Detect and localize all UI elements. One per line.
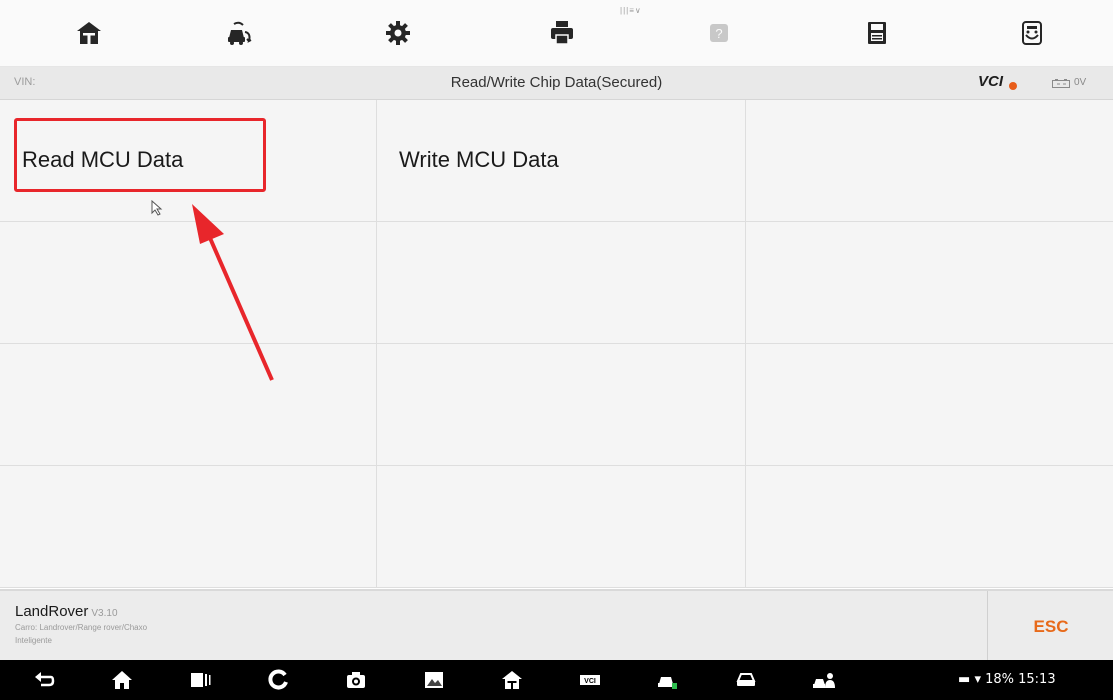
menu-item-label: Write MCU Data [399,147,559,172]
vehicle-swap-icon [228,21,252,45]
message-icon: ▬ [958,672,971,687]
vci-status: VCI [978,73,1004,90]
settings-button[interactable] [376,12,420,54]
empty-cell [746,344,1113,466]
svg-text:?: ? [715,26,722,41]
vehicle-path-module: Inteligente [15,636,52,645]
esc-button[interactable]: ESC [987,591,1113,662]
system-status: ▬ ▾ 18% 15:13 [958,672,1056,687]
print-icon [551,21,573,45]
back-icon [35,672,55,687]
empty-cell [746,222,1113,344]
software-version: V3.10 [91,608,118,619]
gallery-icon [425,672,443,688]
remote-support-button[interactable] [812,669,836,691]
vehicle-brand-name: LandRover [15,603,89,620]
data-logging-icon [1022,21,1042,45]
vci-icon: VCI [580,675,600,685]
save-button[interactable] [855,12,899,54]
back-button[interactable] [32,669,56,691]
annotation-arrow [192,204,274,381]
car-icon [736,673,756,686]
vehicle-connected-button[interactable] [656,669,680,691]
vehicle-button[interactable] [734,669,758,691]
home-icon [112,671,132,689]
home-icon [502,671,522,689]
data-logging-button[interactable] [1010,12,1054,54]
vehicle-brand: LandRover V3.10 [15,603,118,620]
vehicle-swap-button[interactable] [218,12,262,54]
title-bar: VIN: Read/Write Chip Data(Secured) VCI 0… [0,67,1113,100]
print-button[interactable] [540,12,584,54]
vehicle-connected-icon [658,677,677,689]
toolbar-hint: |||≡∨ [620,6,642,15]
vehicle-info-bar: LandRover V3.10 Carro: Landrover/Range ro… [0,589,1113,662]
vci-manager-button[interactable]: VCI [578,669,602,691]
main-menu-button[interactable] [500,669,524,691]
voltage-readout: 0V [1074,77,1087,88]
camera-icon [347,672,365,688]
svg-text:VCI: VCI [584,678,596,685]
help-icon: ? [710,24,728,42]
settings-gear-icon [386,21,410,45]
refresh-button[interactable] [266,669,290,691]
status-text: 18% 15:13 [985,672,1056,687]
empty-cell [377,466,746,588]
mouse-cursor-icon [151,200,163,216]
battery-icon [1052,79,1070,88]
empty-cell [377,344,746,466]
menu-item-write-mcu-data[interactable]: Write MCU Data [377,100,746,222]
recent-apps-button[interactable] [188,669,212,691]
top-toolbar: |||≡∨ ? [0,0,1113,67]
android-home-button[interactable] [110,669,134,691]
system-navigation-bar: VCI ▬ ▾ 18% 15:13 [0,660,1113,700]
page-title: Read/Write Chip Data(Secured) [450,74,663,91]
home-button[interactable] [67,12,111,54]
vci-status-dot [1009,82,1017,90]
empty-cell [0,466,377,588]
empty-cell [377,222,746,344]
selection-highlight-box [14,118,266,192]
refresh-icon [268,669,288,690]
home-icon [77,22,101,44]
wifi-icon: ▾ [974,672,981,687]
empty-cell [746,466,1113,588]
vehicle-path: Carro: Landrover/Range rover/Chaxo [15,623,148,632]
empty-cell [746,100,1113,222]
screenshot-button[interactable] [344,669,368,691]
remote-support-icon [813,673,835,688]
recent-apps-icon [191,673,211,687]
help-button[interactable]: ? [697,12,741,54]
save-icon [868,22,886,44]
gallery-button[interactable] [422,669,446,691]
